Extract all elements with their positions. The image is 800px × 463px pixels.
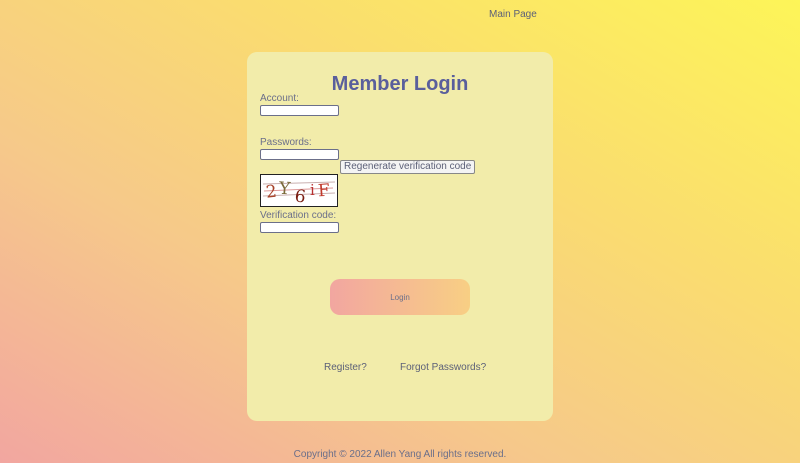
regenerate-captcha-button[interactable]: Regenerate verification code — [340, 160, 476, 174]
captcha-char: Y — [277, 179, 291, 200]
password-label: Passwords: — [260, 137, 312, 148]
register-link[interactable]: Register? — [324, 362, 367, 373]
login-card: Member Login Account: Passwords: Regener… — [247, 52, 553, 421]
captcha-char: 2 — [265, 182, 278, 203]
verification-input[interactable] — [260, 222, 339, 233]
captcha-image: 2 Y 6 i F — [260, 174, 338, 207]
main-page-link[interactable]: Main Page — [489, 9, 537, 20]
account-label: Account: — [260, 93, 299, 104]
footer-copyright: Copyright © 2022 Allen Yang All rights r… — [293, 449, 507, 460]
password-input[interactable] — [260, 149, 339, 160]
captcha-char: i — [310, 181, 315, 199]
captcha-char: F — [317, 181, 330, 202]
captcha-char: 6 — [293, 186, 307, 206]
verification-label: Verification code: — [260, 210, 337, 221]
forgot-password-link[interactable]: Forgot Passwords? — [400, 362, 486, 373]
login-button[interactable]: Login — [330, 279, 470, 315]
account-input[interactable] — [260, 105, 339, 116]
